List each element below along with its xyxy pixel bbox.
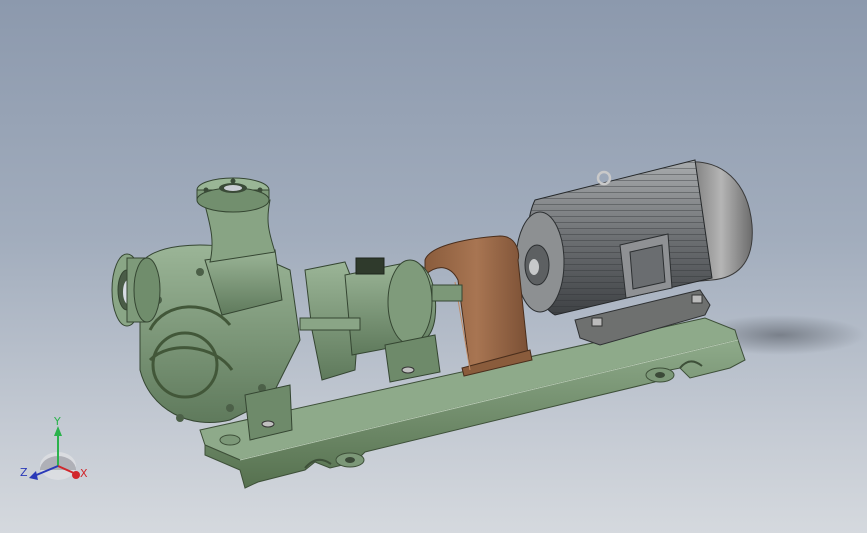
cad-viewport[interactable]: Y X Z: [0, 0, 867, 533]
triad-z-label: Z: [20, 466, 28, 479]
triad-x-label: X: [80, 467, 88, 480]
electric-motor[interactable]: [515, 159, 753, 346]
coordinate-triad: [29, 426, 80, 480]
bearing-frame[interactable]: [299, 257, 463, 383]
pump-assembly-model[interactable]: [0, 0, 867, 533]
triad-y-label: Y: [54, 415, 61, 428]
pump-casing[interactable]: [111, 177, 301, 441]
coupling-guard[interactable]: [424, 235, 533, 377]
